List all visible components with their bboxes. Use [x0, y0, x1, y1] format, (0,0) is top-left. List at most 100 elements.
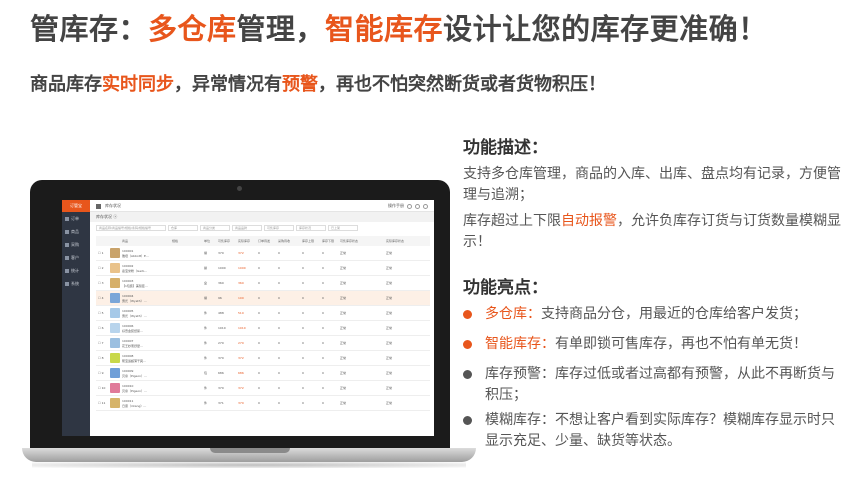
table-cell: 100 [238, 296, 244, 300]
table-cell: 罐 [204, 251, 208, 255]
row-checkbox[interactable]: ☐ 3 [98, 276, 104, 291]
filter-select[interactable]: 已上架 [328, 225, 358, 231]
laptop-notch [210, 448, 290, 453]
product-thumbnail [110, 278, 120, 288]
home-icon[interactable] [96, 203, 101, 209]
column-header: 实际库存 [238, 239, 251, 243]
column-header: 订单待发 [258, 239, 271, 243]
table-cell: 正常 [340, 251, 347, 255]
sidebar-item-label: 统计 [71, 268, 79, 273]
product-name[interactable]: 100008 帮宝适超薄干爽… [122, 354, 146, 364]
tab-inventory[interactable]: 库存状况 ⓧ [90, 212, 434, 222]
table-cell: 袋 [204, 266, 208, 270]
table-cell: 0 [278, 281, 280, 285]
sidebar-item[interactable]: 商品 [62, 225, 90, 238]
table-row[interactable]: ☐ 7 100007 花王妙而舒婴… 件 270 270 0 0 0 0 正常 正常 [96, 336, 430, 351]
highlight-label: 库存预警： [485, 366, 555, 382]
sidebar-item[interactable]: 订单 [62, 212, 90, 225]
product-name[interactable]: 100002 嘉宝米粉（Gerb… [122, 264, 147, 274]
table-row[interactable]: ☐ 11 100011 日康（rikang）… 件 371 370 0 0 0 0 正常 正常 [96, 396, 430, 411]
highlight-item: 智能库存：有单即锁可售库存，再也不怕有单无货！ [463, 334, 848, 355]
product-name[interactable]: 100007 花王妙而舒婴… [122, 339, 143, 349]
user-icon[interactable] [423, 203, 428, 209]
row-checkbox[interactable]: ☐ 6 [98, 321, 104, 336]
product-name[interactable]: 100005 惠氏（Wyeth）… [122, 309, 147, 319]
table-cell: 371 [218, 401, 224, 405]
table-cell: 件 [204, 326, 208, 330]
page-headline: 管库存：多仓库管理，智能库存设计让您的库存更准确！ [30, 12, 768, 46]
filter-select[interactable]: 商品品牌 [232, 225, 262, 231]
table-row[interactable]: ☐ 4 100004 惠氏（Wyeth）… 罐 96 100 0 0 0 0 正常 正常 [96, 291, 430, 306]
product-thumbnail [110, 338, 120, 348]
table-cell: 正常 [386, 296, 393, 300]
row-checkbox[interactable]: ☐ 7 [98, 336, 104, 351]
table-cell: 正常 [340, 326, 347, 330]
row-checkbox[interactable]: ☐ 4 [98, 291, 104, 306]
highlight-text: 支持商品分仓，用最近的仓库给客户发货； [541, 306, 807, 322]
table-row[interactable]: ☐ 1 100001 雅培（Abbott）E… 罐 370 372 0 0 0 0 正常 正常 [96, 246, 430, 261]
table-cell: 0 [258, 266, 260, 270]
filter-select[interactable]: 可售库存 [264, 225, 294, 231]
table-cell: 0 [302, 341, 304, 345]
table-cell: 0 [258, 341, 260, 345]
sidebar-item[interactable]: 客户 [62, 251, 90, 264]
manual-link[interactable]: 操作手册 [388, 203, 404, 208]
sidebar-item[interactable]: 采购 [62, 238, 90, 251]
table-cell: 372 [238, 386, 244, 390]
table-cell: 370 [218, 251, 224, 255]
row-checkbox[interactable]: ☐ 2 [98, 261, 104, 276]
sidebar-icon [65, 243, 69, 247]
sidebar-item[interactable]: 统计 [62, 264, 90, 277]
highlight-label: 多仓库： [485, 306, 541, 322]
table-cell: 正常 [386, 281, 393, 285]
table-cell: 正常 [386, 341, 393, 345]
table-cell: 盒 [204, 281, 208, 285]
page-subline: 商品库存实时同步，异常情况有预警，再也不怕突然断货或者货物积压！ [30, 74, 606, 95]
search-input[interactable]: 商品名称/商品编号/规格/条码/规格编号 [96, 225, 166, 231]
product-name[interactable]: 100011 日康（rikang）… [122, 399, 146, 409]
product-name[interactable]: 100009 贝亲（Pigeon）… [122, 369, 147, 379]
filter-select[interactable]: 仓库 [168, 225, 198, 231]
table-cell: 0 [258, 311, 260, 315]
laptop-mockup: 订管宝 订单 商品 采购 客户 统计 系统 库存状况 操作手册 库存状况 ⓧ 商品名称/商… [22, 180, 476, 470]
product-thumbnail [110, 263, 120, 273]
refresh-icon[interactable] [407, 203, 412, 209]
table-row[interactable]: ☐ 5 100005 惠氏（Wyeth）… 件 488 510 0 0 0 0 正常 正常 [96, 306, 430, 321]
row-checkbox[interactable]: ☐ 8 [98, 351, 104, 366]
row-checkbox[interactable]: ☐ 1 [98, 246, 104, 261]
table-cell: 0 [322, 281, 324, 285]
product-name[interactable]: 100003 【1包装】美赞臣… [122, 279, 148, 289]
table-cell: 370 [218, 386, 224, 390]
column-header: 规格 [172, 239, 179, 243]
table-cell: 96 [218, 296, 222, 300]
column-header: 可售库存状态 [340, 239, 359, 243]
table-row[interactable]: ☐ 8 100008 帮宝适超薄干爽… 件 370 372 0 0 0 0 正常 正常 [96, 351, 430, 366]
table-cell: 0 [278, 266, 280, 270]
product-name[interactable]: 100010 贝亲（Pigeon）… [122, 384, 147, 394]
sidebar-item[interactable]: 系统 [62, 277, 90, 290]
table-header: 商品 规格 单位 可售库存 实际库存 订单待发 采购待收 库存上限 库存下限 可售库存状态 实际库存… [96, 236, 430, 246]
table-cell: 正常 [386, 386, 393, 390]
highlight-text: 有单即锁可售库存，再也不怕有单无货！ [555, 336, 807, 352]
clock-icon[interactable] [415, 203, 420, 209]
table-cell: 1000 [218, 266, 226, 270]
camera-icon [237, 186, 242, 191]
table-cell: 1000 [238, 266, 246, 270]
filter-select[interactable]: 商品分类 [200, 225, 230, 231]
row-checkbox[interactable]: ☐ 5 [98, 306, 104, 321]
row-checkbox[interactable]: ☐ 11 [98, 396, 105, 411]
table-row[interactable]: ☐ 10 100010 贝亲（Pigeon）… 件 370 372 0 0 0 0 正常 正常 [96, 381, 430, 396]
product-name[interactable]: 100001 雅培（Abbott）E… [122, 249, 149, 259]
table-row[interactable]: ☐ 3 100003 【1包装】美赞臣… 盒 360 360 0 0 0 0 正常 正常 [96, 276, 430, 291]
table-row[interactable]: ☐ 6 100006 好奇金装纸尿… 件 1010 1010 0 0 0 0 正常 正常 [96, 321, 430, 336]
table-row[interactable]: ☐ 2 100002 嘉宝米粉（Gerb… 袋 1000 1000 0 0 0 0 正常 正常 [96, 261, 430, 276]
row-checkbox[interactable]: ☐ 10 [98, 381, 105, 396]
table-cell: 正常 [386, 266, 393, 270]
table-row[interactable]: ☐ 9 100009 贝亲（Pigeon）… 包 686 686 0 0 0 0 正常 正常 [96, 366, 430, 381]
table-cell: 正常 [340, 371, 347, 375]
product-name[interactable]: 100004 惠氏（Wyeth）… [122, 294, 147, 304]
row-checkbox[interactable]: ☐ 9 [98, 366, 104, 381]
filter-select[interactable]: 库存状况 [296, 225, 326, 231]
table-cell: 0 [302, 266, 304, 270]
product-name[interactable]: 100006 好奇金装纸尿… [122, 324, 143, 334]
